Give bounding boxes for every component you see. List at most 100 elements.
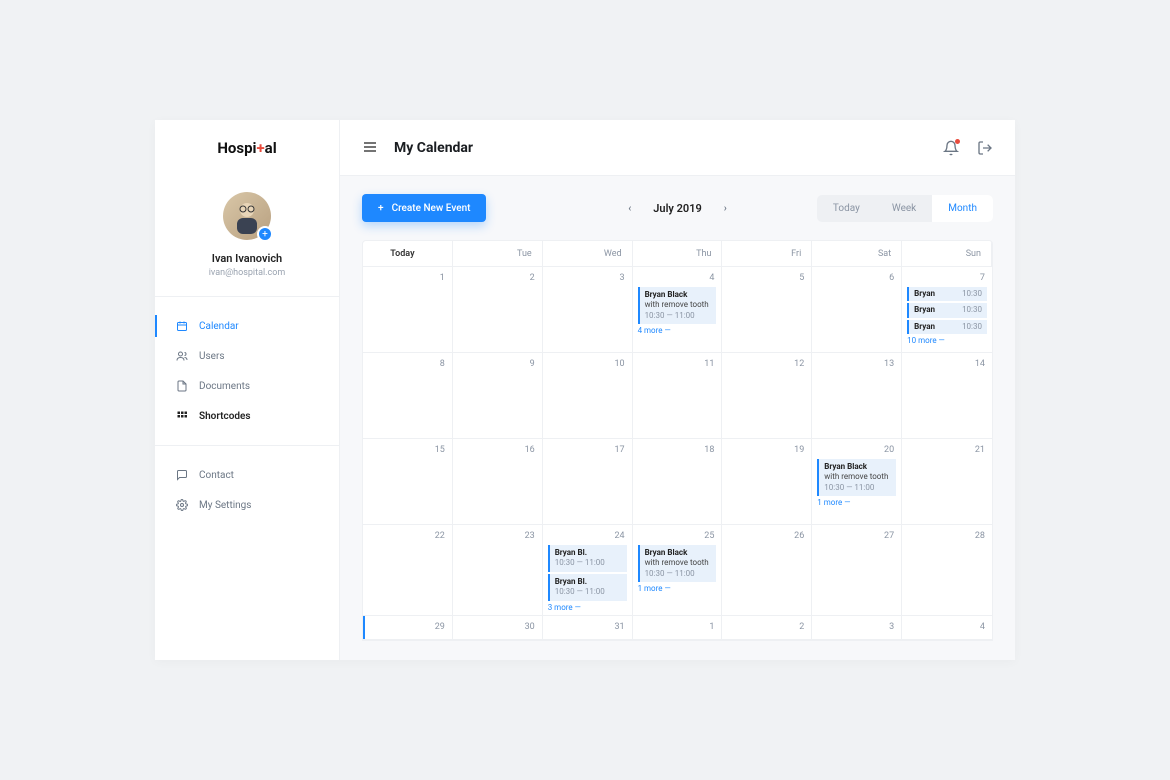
more-link[interactable]: 1 more —	[817, 498, 896, 507]
day-cell[interactable]: 4	[902, 616, 992, 640]
day-cell[interactable]: 6	[812, 267, 902, 353]
add-icon[interactable]: +	[257, 226, 273, 242]
users-icon	[175, 349, 189, 363]
day-cell[interactable]: 27	[812, 525, 902, 616]
gear-icon	[175, 498, 189, 512]
sidebar-item-settings[interactable]: My Settings	[155, 490, 339, 520]
day-cell[interactable]: 28	[902, 525, 992, 616]
chevron-left-icon[interactable]: ‹	[628, 203, 631, 214]
day-cell[interactable]: 12	[722, 353, 812, 439]
sidebar-item-shortcodes[interactable]: Shortcodes	[155, 401, 339, 431]
day-cell[interactable]: 3	[543, 267, 633, 353]
app-shell: Hospi+al + Ivan Ivanovich ivan@hospital.…	[155, 120, 1015, 660]
profile: + Ivan Ivanovich ivan@hospital.com	[155, 176, 339, 297]
grid-icon	[175, 409, 189, 423]
day-cell[interactable]: 30	[453, 616, 543, 640]
day-cell[interactable]: 25 Bryan Blackwith remove tooth10:30 — 1…	[633, 525, 723, 616]
calendar-icon	[175, 319, 189, 333]
bell-icon[interactable]	[943, 140, 959, 156]
day-cell[interactable]: 1	[363, 267, 453, 353]
sidebar-item-documents[interactable]: Documents	[155, 371, 339, 401]
event[interactable]: Bryan Bl.10:30 — 11:00	[548, 545, 627, 572]
more-link[interactable]: 4 more —	[638, 326, 717, 335]
tab-today[interactable]: Today	[817, 195, 876, 222]
more-link[interactable]: 3 more —	[548, 603, 627, 612]
day-cell[interactable]: 3	[812, 616, 902, 640]
event[interactable]: Bryan10:30	[907, 303, 987, 317]
more-link[interactable]: 1 more —	[638, 584, 717, 593]
day-cell[interactable]: 26	[722, 525, 812, 616]
day-cell[interactable]: 29	[363, 616, 453, 640]
nav: Calendar Users Documents Shortcodes	[155, 297, 339, 548]
sidebar-item-label: Contact	[199, 470, 234, 481]
day-cell[interactable]: 23	[453, 525, 543, 616]
menu-icon[interactable]	[362, 139, 380, 157]
main: My Calendar + Create New Event ‹ July 20…	[340, 120, 1015, 660]
more-link[interactable]: 10 more —	[907, 336, 987, 345]
day-cell[interactable]: 24 Bryan Bl.10:30 — 11:00 Bryan Bl.10:30…	[543, 525, 633, 616]
col-fri: Fri	[722, 241, 812, 267]
col-wed: Wed	[543, 241, 633, 267]
day-cell[interactable]: 2	[722, 616, 812, 640]
day-cell[interactable]: 13	[812, 353, 902, 439]
col-today: Today	[363, 241, 453, 267]
calendar: Today Tue Wed Thu Fri Sat Sun 1 2 3 4 Br…	[362, 240, 993, 641]
sidebar-item-label: Calendar	[199, 321, 239, 332]
period-label: July 2019	[653, 202, 701, 215]
col-sat: Sat	[812, 241, 902, 267]
day-cell[interactable]: 22	[363, 525, 453, 616]
content: + Create New Event ‹ July 2019 › Today W…	[340, 176, 1015, 660]
event[interactable]: Bryan Bl.10:30 — 11:00	[548, 574, 627, 601]
topbar: My Calendar	[340, 120, 1015, 176]
event[interactable]: Bryan Blackwith remove tooth10:30 — 11:0…	[817, 459, 896, 496]
day-cell[interactable]: 1	[633, 616, 723, 640]
day-cell[interactable]: 15	[363, 439, 453, 525]
day-cell[interactable]: 14	[902, 353, 992, 439]
chat-icon	[175, 468, 189, 482]
tab-month[interactable]: Month	[932, 195, 993, 222]
day-cell[interactable]: 20 Bryan Blackwith remove tooth10:30 — 1…	[812, 439, 902, 525]
logout-icon[interactable]	[977, 140, 993, 156]
event[interactable]: Bryan Blackwith remove tooth10:30 — 11:0…	[638, 287, 717, 324]
col-tue: Tue	[453, 241, 543, 267]
plus-icon: +	[256, 139, 264, 157]
sidebar-item-label: Users	[199, 351, 225, 362]
day-cell[interactable]: 31	[543, 616, 633, 640]
sidebar: Hospi+al + Ivan Ivanovich ivan@hospital.…	[155, 120, 340, 660]
day-cell[interactable]: 10	[543, 353, 633, 439]
sidebar-item-contact[interactable]: Contact	[155, 460, 339, 490]
day-cell[interactable]: 8	[363, 353, 453, 439]
sidebar-item-label: My Settings	[199, 500, 251, 511]
document-icon	[175, 379, 189, 393]
tab-week[interactable]: Week	[876, 195, 932, 222]
brand-text-2: al	[265, 139, 277, 157]
sidebar-item-calendar[interactable]: Calendar	[155, 311, 339, 341]
brand-text: Hospi	[217, 139, 256, 157]
day-cell[interactable]: 7 Bryan10:30 Bryan10:30 Bryan10:30 10 mo…	[902, 267, 992, 353]
period-nav: ‹ July 2019 ›	[628, 202, 727, 215]
day-cell[interactable]: 21	[902, 439, 992, 525]
day-cell[interactable]: 17	[543, 439, 633, 525]
logo: Hospi+al	[155, 120, 339, 176]
col-sun: Sun	[902, 241, 992, 267]
event[interactable]: Bryan Blackwith remove tooth10:30 — 11:0…	[638, 545, 717, 582]
button-label: Create New Event	[392, 203, 471, 214]
calendar-head: Today Tue Wed Thu Fri Sat Sun	[363, 241, 992, 267]
view-tabs: Today Week Month	[817, 195, 993, 222]
sidebar-item-users[interactable]: Users	[155, 341, 339, 371]
day-cell[interactable]: 2	[453, 267, 543, 353]
day-cell[interactable]: 9	[453, 353, 543, 439]
controls: + Create New Event ‹ July 2019 › Today W…	[362, 194, 993, 222]
day-cell[interactable]: 5	[722, 267, 812, 353]
page-title: My Calendar	[394, 140, 473, 156]
avatar[interactable]: +	[223, 192, 271, 240]
day-cell[interactable]: 11	[633, 353, 723, 439]
chevron-right-icon[interactable]: ›	[724, 203, 727, 214]
event[interactable]: Bryan10:30	[907, 320, 987, 334]
day-cell[interactable]: 18	[633, 439, 723, 525]
create-event-button[interactable]: + Create New Event	[362, 194, 486, 222]
day-cell[interactable]: 19	[722, 439, 812, 525]
event[interactable]: Bryan10:30	[907, 287, 987, 301]
day-cell[interactable]: 16	[453, 439, 543, 525]
day-cell[interactable]: 4 Bryan Blackwith remove tooth10:30 — 11…	[633, 267, 723, 353]
